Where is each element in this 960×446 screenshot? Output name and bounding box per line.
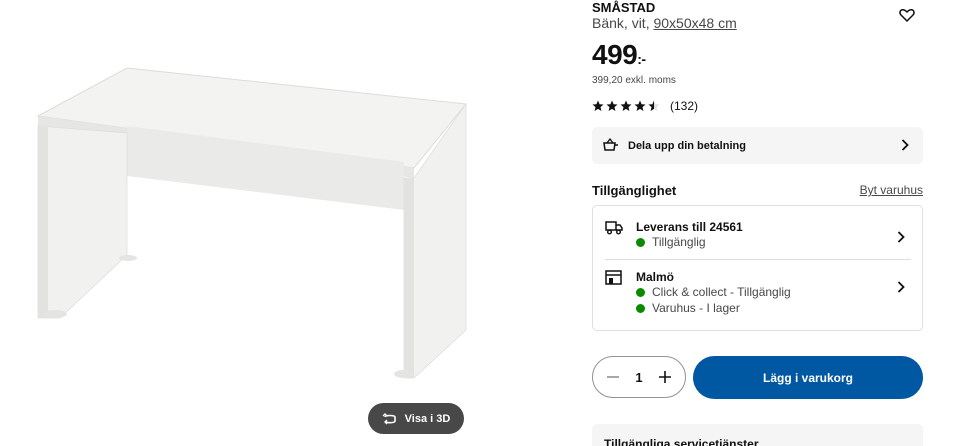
delivery-status: Tillgänglig	[636, 235, 706, 249]
product-info-pane: SMÅSTAD Bänk, vit, 90x50x48 cm 499:- 399…	[592, 0, 923, 446]
chevron-right-icon	[897, 231, 905, 243]
rating[interactable]: (132)	[592, 99, 698, 113]
store-collect-status: Click & collect - Tillgänglig	[636, 285, 791, 299]
chevron-right-icon	[901, 139, 909, 151]
change-store-link[interactable]: Byt varuhus	[860, 183, 923, 197]
services-section[interactable]: Tillgängliga servicetjänster	[592, 424, 923, 446]
product-image-area[interactable]: Visa i 3D	[0, 0, 572, 446]
rating-stars	[592, 100, 660, 112]
view-3d-label: Visa i 3D	[404, 412, 451, 425]
star-icon	[634, 100, 646, 111]
delivery-title: Leverans till 24561	[636, 220, 743, 234]
rotate-3d-icon	[382, 412, 396, 424]
product-description: Bänk, vit, 90x50x48 cm	[592, 15, 737, 32]
price-value: 499	[592, 39, 638, 70]
star-icon	[592, 100, 604, 111]
heart-icon[interactable]	[898, 6, 916, 24]
payment-split-banner[interactable]: Dela upp din betalning	[592, 127, 923, 164]
quantity-value[interactable]: 1	[629, 370, 649, 385]
star-icon	[620, 100, 632, 111]
product-dimensions-link[interactable]: 90x50x48 cm	[653, 15, 736, 31]
product-price: 499:-	[592, 38, 646, 76]
payment-split-label: Dela upp din betalning	[628, 139, 746, 152]
chevron-right-icon	[897, 281, 905, 293]
services-heading: Tillgängliga servicetjänster	[604, 437, 759, 446]
store-icon	[605, 270, 622, 285]
store-stock-status-text: Varuhus - I lager	[652, 301, 740, 315]
price-suffix: :-	[637, 51, 646, 67]
product-name: SMÅSTAD	[592, 0, 656, 15]
price-excl-vat: 399,20 exkl. moms	[592, 75, 676, 86]
delivery-status-text: Tillgänglig	[652, 235, 706, 249]
add-to-cart-button[interactable]: Lägg i varukorg	[693, 356, 923, 399]
store-title: Malmö	[636, 270, 675, 284]
truck-icon	[605, 221, 623, 235]
quantity-increase-button[interactable]	[657, 369, 673, 385]
store-collect-status-text: Click & collect - Tillgänglig	[652, 285, 791, 299]
payment-split-icon	[603, 138, 618, 151]
star-icon	[648, 100, 660, 111]
availability-box: Leverans till 24561 Tillgänglig Malmö Cl…	[592, 205, 923, 331]
quantity-stepper: 1	[592, 356, 686, 398]
rating-count: (132)	[670, 99, 699, 113]
minus-icon	[607, 376, 619, 378]
status-dot	[636, 287, 645, 297]
store-stock-status: Varuhus - I lager	[636, 301, 740, 315]
star-icon	[606, 100, 618, 111]
product-type: Bänk, vit,	[592, 15, 650, 31]
status-dot	[636, 237, 645, 247]
view-3d-button[interactable]: Visa i 3D	[368, 403, 464, 434]
availability-heading: Tillgänglighet	[592, 183, 677, 198]
availability-delivery-row[interactable]: Leverans till 24561 Tillgänglig	[593, 206, 922, 259]
product-image-bench	[36, 67, 467, 379]
availability-store-row[interactable]: Malmö Click & collect - Tillgänglig Varu…	[593, 260, 922, 330]
plus-icon	[659, 371, 671, 383]
quantity-decrease-button[interactable]	[605, 369, 621, 385]
status-dot	[636, 303, 645, 313]
